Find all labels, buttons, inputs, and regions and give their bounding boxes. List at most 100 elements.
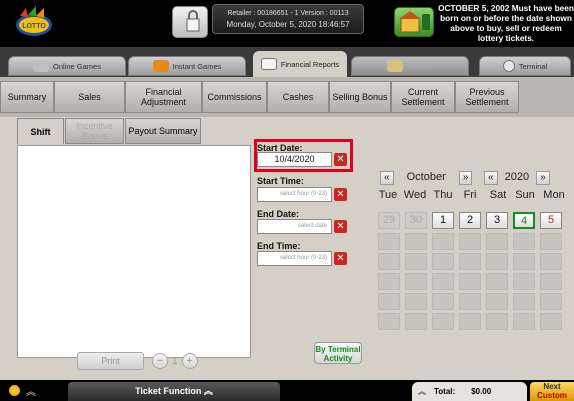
tab-summary[interactable]: Summary <box>0 81 54 113</box>
tab-sales[interactable]: Sales <box>54 81 125 113</box>
terminal-icon <box>502 60 515 72</box>
tab-financial-adjustment[interactable]: Financial Adjustment <box>125 81 202 113</box>
tab-incentive-bonus[interactable]: Incentive Bonus <box>65 118 124 144</box>
calendar-empty-cell <box>486 313 508 330</box>
tab-instant-games[interactable]: Instant Games <box>128 56 246 76</box>
expand-icon[interactable]: ︽ <box>26 383 36 398</box>
ticket-function-button[interactable]: Ticket Function ︽ <box>68 382 280 401</box>
year-nav: « 2020 » <box>484 171 550 185</box>
calendar-day-today[interactable]: 4 <box>513 212 535 229</box>
calendar-empty-cell <box>432 293 454 310</box>
chevron-up-icon: ︽ <box>203 386 213 396</box>
tab-terminal[interactable]: Terminal <box>479 56 571 76</box>
header: LOTTO Retailer : 00186651 - 1 Version : … <box>0 0 574 47</box>
tab-previous-settlement[interactable]: Previous Settlement <box>455 81 519 113</box>
zoom-minus-button[interactable]: − <box>152 353 168 369</box>
tab-label: Instant Games <box>172 61 222 71</box>
by-terminal-label: By Terminal <box>315 345 361 354</box>
tab-shift[interactable]: Shift <box>17 118 64 144</box>
report-icon <box>260 58 277 70</box>
weekday-header: Mon <box>543 189 565 201</box>
next-label: Next <box>543 382 561 391</box>
calendar-empty-cell <box>513 253 535 270</box>
prev-year-button[interactable]: « <box>484 171 498 185</box>
tab-commissions[interactable]: Commissions <box>202 81 267 113</box>
calendar-empty-cell <box>432 273 454 290</box>
tab-current-settlement[interactable]: Current Settlement <box>391 81 455 113</box>
tab-lawson[interactable]: Lawson <box>351 56 469 76</box>
instant-games-icon <box>152 60 169 72</box>
month-nav: « October » <box>380 171 473 185</box>
end-time-field[interactable]: select hour (0-23) <box>257 251 332 266</box>
total-bar: ︽ Total: $0.00 <box>412 382 527 401</box>
calendar-empty-cell <box>405 273 427 290</box>
zoom-plus-button[interactable]: + <box>181 353 198 369</box>
calendar-empty-cell <box>486 293 508 310</box>
activity-label: Activity <box>323 354 353 363</box>
calendar-empty-cell <box>486 233 508 250</box>
tab-financial-reports[interactable]: Financial Reports <box>253 51 347 77</box>
weekday-header: Sat <box>489 189 507 201</box>
calendar-day[interactable]: 30 <box>405 212 427 229</box>
ticket-function-label: Ticket Function <box>135 386 202 396</box>
by-terminal-activity-button[interactable]: By Terminal Activity <box>314 342 362 364</box>
tab-payout-summary[interactable]: Payout Summary <box>125 118 201 144</box>
calendar-empty-cell <box>405 233 427 250</box>
current-datetime: Monday, October 5, 2020 18:46:57 <box>226 20 350 29</box>
clear-start-time-button[interactable]: ✕ <box>334 188 347 201</box>
status-indicator-icon <box>9 385 20 396</box>
retailer-line: Retailer : 00186651 - 1 Version : 00113 <box>227 10 349 17</box>
calendar-empty-cell <box>513 313 535 330</box>
next-customer-button[interactable]: Next Custom <box>530 382 574 401</box>
chevron-up-icon[interactable]: ︽ <box>418 386 426 397</box>
calendar-empty-cell <box>378 233 400 250</box>
next-month-button[interactable]: » <box>458 171 473 185</box>
calendar-day[interactable]: 5 <box>540 212 562 229</box>
prev-month-button[interactable]: « <box>380 171 394 185</box>
retailer-button[interactable] <box>394 7 434 37</box>
lottery-logo: LOTTO <box>16 6 52 36</box>
calendar-day[interactable]: 2 <box>459 212 481 229</box>
print-button[interactable]: Print <box>77 352 144 370</box>
calendar-day[interactable]: 3 <box>486 212 508 229</box>
next-year-button[interactable]: » <box>536 171 550 185</box>
calendar-empty-cell <box>378 313 400 330</box>
end-time-label: End Time: <box>257 241 301 251</box>
weekday-header: Fri <box>463 189 477 201</box>
calendar-empty-cell <box>513 293 535 310</box>
main-panel: Online Games Instant Games Financial Rep… <box>0 47 574 380</box>
calendar-empty-cell <box>459 233 481 250</box>
calendar-day[interactable]: 29 <box>378 212 400 229</box>
calendar-empty-cell <box>432 253 454 270</box>
svg-text:LOTTO: LOTTO <box>22 23 46 30</box>
calendar-empty-cell <box>378 273 400 290</box>
calendar-day[interactable]: 1 <box>432 212 454 229</box>
total-value: $0.00 <box>471 387 492 396</box>
calendar-empty-cell <box>513 233 535 250</box>
weekday-header: Wed <box>403 189 427 201</box>
calendar-empty-cell <box>540 273 562 290</box>
calendar-empty-cell <box>513 273 535 290</box>
clear-end-date-button[interactable]: ✕ <box>334 220 347 233</box>
end-date-label: End Date: <box>257 209 300 219</box>
tab-cashes[interactable]: Cashes <box>267 81 329 113</box>
end-date-field[interactable]: select date <box>257 219 332 234</box>
calendar-empty-cell <box>486 253 508 270</box>
calendar-empty-cell <box>540 233 562 250</box>
bottom-bar: ︽ Ticket Function ︽ ︽ Total: $0.00 Next … <box>0 380 574 401</box>
start-time-field[interactable]: select hour (0-23) <box>257 187 332 202</box>
calendar-empty-cell <box>459 273 481 290</box>
zoom-control: − 1 + <box>152 352 202 370</box>
year-label: 2020 <box>504 171 530 183</box>
calendar-empty-cell <box>405 313 427 330</box>
tab-online-games[interactable]: Online Games <box>8 56 126 76</box>
top-tab-bar: Online Games Instant Games Financial Rep… <box>0 47 574 77</box>
calendar-empty-cell <box>405 293 427 310</box>
lock-button[interactable] <box>172 6 208 38</box>
calendar-empty-cell <box>486 273 508 290</box>
age-notice: OCTOBER 5, 2002 Must have been born on o… <box>438 3 574 43</box>
start-time-label: Start Time: <box>257 176 304 186</box>
tab-selling-bonus[interactable]: Selling Bonus <box>329 81 391 113</box>
clear-end-time-button[interactable]: ✕ <box>334 252 347 265</box>
customer-label: Custom <box>537 391 567 400</box>
